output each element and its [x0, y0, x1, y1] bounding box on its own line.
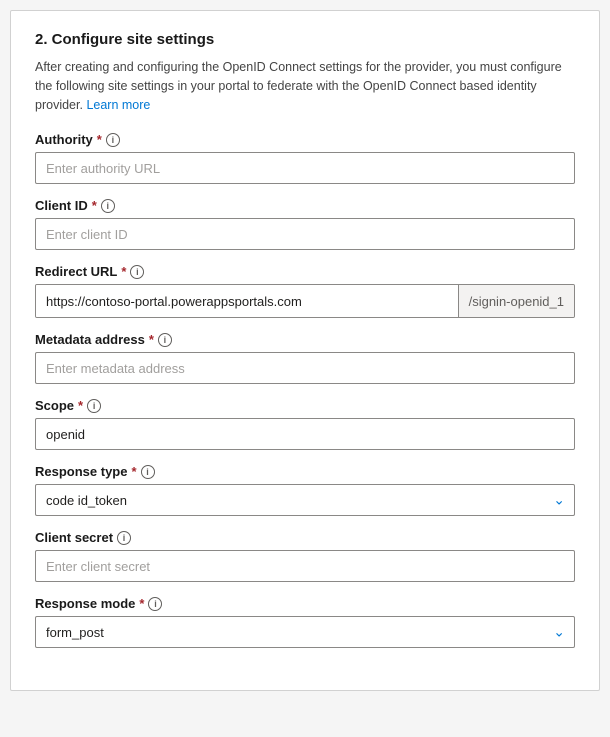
- response-mode-dropdown-container: form_post query fragment ⌄: [35, 616, 575, 648]
- redirect-url-label: Redirect URL * i: [35, 264, 575, 279]
- scope-label: Scope * i: [35, 398, 575, 413]
- redirect-url-suffix: /signin-openid_1: [458, 285, 574, 317]
- configure-site-settings-panel: 2. Configure site settings After creatin…: [10, 10, 600, 691]
- scope-field-group: Scope * i: [35, 398, 575, 450]
- scope-info-icon[interactable]: i: [87, 399, 101, 413]
- client-secret-label: Client secret i: [35, 530, 575, 545]
- authority-label: Authority * i: [35, 132, 575, 147]
- redirect-url-container: /signin-openid_1: [35, 284, 575, 318]
- response-type-dropdown-container: code id_token code id_token token ⌄: [35, 484, 575, 516]
- metadata-address-required-star: *: [149, 332, 154, 347]
- metadata-address-label: Metadata address * i: [35, 332, 575, 347]
- client-id-label: Client ID * i: [35, 198, 575, 213]
- authority-input[interactable]: [35, 152, 575, 184]
- authority-info-icon[interactable]: i: [106, 133, 120, 147]
- response-type-info-icon[interactable]: i: [141, 465, 155, 479]
- response-type-field-group: Response type * i code id_token code id_…: [35, 464, 575, 516]
- response-mode-info-icon[interactable]: i: [148, 597, 162, 611]
- response-type-label: Response type * i: [35, 464, 575, 479]
- metadata-address-field-group: Metadata address * i: [35, 332, 575, 384]
- learn-more-link[interactable]: Learn more: [86, 98, 150, 112]
- redirect-url-required-star: *: [121, 264, 126, 279]
- response-type-required-star: *: [131, 464, 136, 479]
- redirect-url-main-input[interactable]: [36, 285, 458, 317]
- client-secret-input[interactable]: [35, 550, 575, 582]
- client-id-required-star: *: [92, 198, 97, 213]
- metadata-address-input[interactable]: [35, 352, 575, 384]
- redirect-url-info-icon[interactable]: i: [130, 265, 144, 279]
- metadata-address-info-icon[interactable]: i: [158, 333, 172, 347]
- client-id-input[interactable]: [35, 218, 575, 250]
- authority-field-group: Authority * i: [35, 132, 575, 184]
- response-mode-label: Response mode * i: [35, 596, 575, 611]
- response-mode-select[interactable]: form_post query fragment: [35, 616, 575, 648]
- response-mode-required-star: *: [139, 596, 144, 611]
- section-description: After creating and configuring the OpenI…: [35, 58, 575, 114]
- client-secret-info-icon[interactable]: i: [117, 531, 131, 545]
- section-title: 2. Configure site settings: [35, 31, 575, 48]
- client-id-field-group: Client ID * i: [35, 198, 575, 250]
- redirect-url-field-group: Redirect URL * i /signin-openid_1: [35, 264, 575, 318]
- client-secret-field-group: Client secret i: [35, 530, 575, 582]
- response-type-select[interactable]: code id_token code id_token token: [35, 484, 575, 516]
- client-id-info-icon[interactable]: i: [101, 199, 115, 213]
- authority-required-star: *: [97, 132, 102, 147]
- scope-required-star: *: [78, 398, 83, 413]
- scope-input[interactable]: [35, 418, 575, 450]
- response-mode-field-group: Response mode * i form_post query fragme…: [35, 596, 575, 648]
